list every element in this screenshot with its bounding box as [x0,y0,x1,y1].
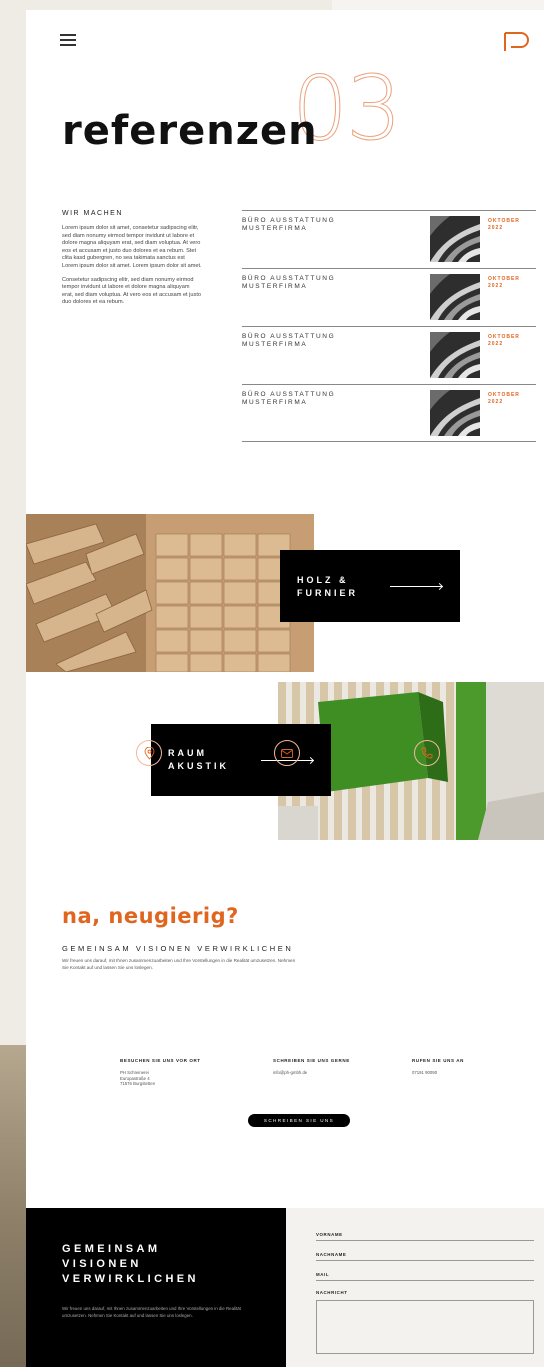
reference-list: BÜRO AUSSTATTUNG MUSTERFIRMA OKTOBER 202… [242,210,536,442]
lastname-field[interactable]: NACHNAME [316,1252,534,1261]
reference-date: OKTOBER 2022 [488,218,520,231]
email-label: MAIL [316,1272,330,1277]
arrow-right-icon [390,586,442,587]
reference-date: OKTOBER 2022 [488,276,520,289]
firstname-label: VORNAME [316,1232,343,1237]
background-panel [332,0,544,10]
reference-title: BÜRO AUSSTATTUNG MUSTERFIRMA [242,275,336,290]
hamburger-menu-icon[interactable] [60,34,76,46]
contact-mail-label: SCHREIBEN SIE UNS GERNE [273,1058,350,1063]
reference-thumbnail[interactable] [430,216,480,262]
wood-planks-image [26,514,314,672]
contact-subheading: GEMEINSAM VISIONEN VERWIRKLICHEN [62,944,294,953]
reference-thumbnail[interactable] [430,274,480,320]
intro-block: WIR MACHEN Lorem ipsum dolor sit amet, c… [62,210,202,313]
phone-icon[interactable] [414,740,440,766]
envelope-icon[interactable] [274,740,300,766]
reference-item[interactable]: BÜRO AUSSTATTUNG MUSTERFIRMA OKTOBER 202… [242,210,536,268]
contact-phone-text: RUFEN SIE UNS AN 07191 90090 [412,1058,532,1076]
reference-item[interactable]: BÜRO AUSSTATTUNG MUSTERFIRMA OKTOBER 202… [242,268,536,326]
lastname-label: NACHNAME [316,1252,347,1257]
reference-title: BÜRO AUSSTATTUNG MUSTERFIRMA [242,217,336,232]
message-label: NACHRICHT [316,1290,348,1295]
write-us-button[interactable]: SCHREIBEN SIE UNS [248,1114,350,1127]
contact-phone-value[interactable]: 07191 90090 [412,1070,532,1076]
contact-visit-text: BESUCHEN SIE UNS VOR ORT PH Schreinerei … [120,1058,240,1087]
logo-icon[interactable] [503,30,531,52]
reference-title: BÜRO AUSSTATTUNG MUSTERFIRMA [242,391,336,406]
website-page: 03 referenzen WIR MACHEN Lorem ipsum dol… [26,10,544,1367]
reference-item[interactable]: BÜRO AUSSTATTUNG MUSTERFIRMA OKTOBER 202… [242,384,536,442]
contact-mail-text: SCHREIBEN SIE UNS GERNE info@ph-gmbh.de [273,1058,393,1076]
footer-cta-panel: GEMEINSAM VISIONEN VERWIRKLICHEN Wir fre… [26,1208,286,1367]
contact-visit-label: BESUCHEN SIE UNS VOR ORT [120,1058,201,1063]
contact-heading: na, neugierig? [62,904,239,928]
contact-form: VORNAME NACHNAME MAIL NACHRICHT [286,1208,544,1367]
contact-visit-value: PH Schreinerei Europastraße 4 71576 Burg… [120,1070,156,1087]
email-field[interactable]: MAIL [316,1272,534,1281]
reference-thumbnail[interactable] [430,390,480,436]
footer-text: Wir freuen uns darauf, mit Ihnen zusamme… [62,1306,241,1318]
reference-date: OKTOBER 2022 [488,392,520,405]
holz-furnier-card[interactable]: HOLZ & FURNIER [280,550,460,622]
message-textarea[interactable] [316,1300,534,1354]
intro-paragraph: Lorem ipsum dolor sit amet, consetetur s… [62,225,202,269]
holz-furnier-label: HOLZ & FURNIER [297,575,358,598]
reference-title: BÜRO AUSSTATTUNG MUSTERFIRMA [242,333,336,348]
reference-date: OKTOBER 2022 [488,334,520,347]
background-stone-texture [0,1045,26,1367]
intro-paragraph: Consetetur sadipscing elitr, sed diam no… [62,276,201,306]
contact-phone-label: RUFEN SIE UNS AN [412,1058,464,1063]
contact-mail-value[interactable]: info@ph-gmbh.de [273,1070,393,1076]
footer-heading: GEMEINSAM VISIONEN VERWIRKLICHEN [62,1243,199,1285]
reference-item[interactable]: BÜRO AUSSTATTUNG MUSTERFIRMA OKTOBER 202… [242,326,536,384]
location-pin-icon [136,740,162,766]
firstname-field[interactable]: VORNAME [316,1232,534,1241]
page-title: referenzen [62,108,318,154]
contact-text: Wir freuen uns darauf, mit Ihnen zusamme… [62,958,296,970]
intro-heading: WIR MACHEN [62,210,123,217]
reference-thumbnail[interactable] [430,332,480,378]
raum-akustik-label: RAUM AKUSTIK [168,748,229,771]
raum-akustik-card[interactable]: RAUM AKUSTIK [151,724,331,796]
